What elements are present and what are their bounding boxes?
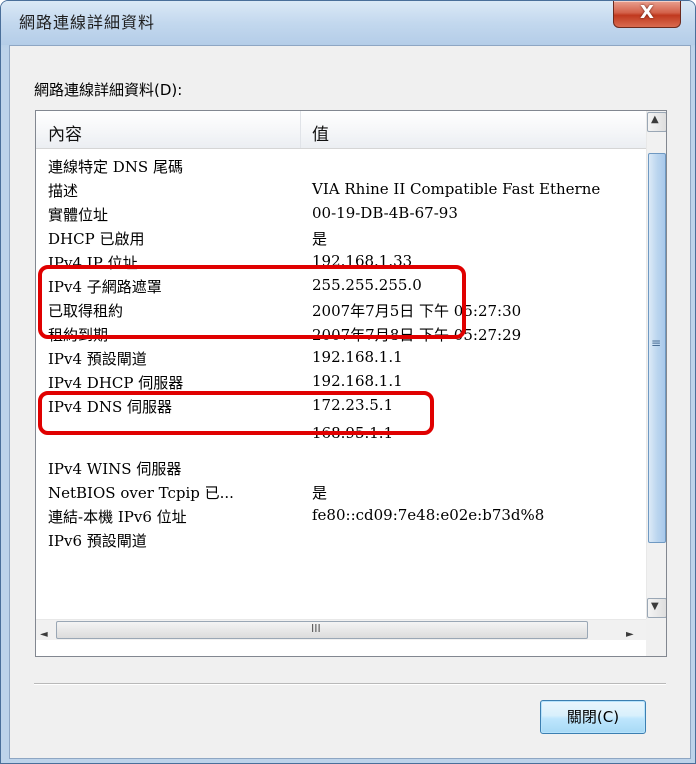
highlight-ip-and-subnet	[38, 265, 466, 339]
close-window-button[interactable]: X	[613, 1, 681, 28]
row-value: 00-19-DB-4B-67-93	[312, 204, 458, 222]
row-property: IPv4 WINS 伺服器	[48, 460, 182, 478]
details-list[interactable]: 內容 值 連線特定 DNS 尾碼 描述 VIA Rhine II Compatib…	[35, 110, 667, 657]
row-value: 是	[312, 230, 328, 248]
close-button[interactable]: 關閉(C)	[540, 700, 646, 734]
table-row[interactable]: IPv4 預設閘道 192.168.1.1	[36, 345, 646, 369]
table-row[interactable]: IPv4 DHCP 伺服器 192.168.1.1	[36, 369, 646, 393]
column-header-value[interactable]: 值	[312, 120, 329, 145]
highlight-default-gateway	[38, 391, 434, 435]
dialog-divider	[34, 683, 666, 685]
list-header: 內容 值	[36, 111, 646, 149]
row-value: fe80::cd09:7e48:e02e:b73d%8	[312, 506, 545, 524]
window-title: 網路連線詳細資料	[19, 13, 156, 32]
table-row[interactable]: IPv4 WINS 伺服器	[36, 455, 646, 479]
scroll-left-button[interactable]: ◄	[40, 622, 54, 640]
table-row[interactable]: NetBIOS over Tcpip 已... 是	[36, 479, 646, 503]
row-property: IPv4 DHCP 伺服器	[48, 374, 184, 392]
row-property: DHCP 已啟用	[48, 230, 145, 248]
vertical-scrollbar[interactable]: ▲ ≡ ▼	[646, 111, 666, 619]
horizontal-scroll-thumb[interactable]: III	[56, 621, 588, 639]
grip-icon: ≡	[651, 336, 662, 350]
row-property: 連結-本機 IPv6 位址	[48, 508, 187, 526]
row-property: NetBIOS over Tcpip 已...	[48, 484, 234, 502]
arrow-down-icon: ▼	[651, 601, 659, 612]
row-property: IPv6 預設閘道	[48, 532, 147, 550]
column-divider[interactable]	[300, 111, 301, 148]
row-value: VIA Rhine II Compatible Fast Etherne	[312, 180, 601, 198]
scroll-right-button[interactable]: ►	[626, 622, 640, 640]
row-value: 是	[312, 484, 328, 502]
row-property: 實體位址	[48, 206, 109, 224]
row-property: IPv4 預設閘道	[48, 350, 147, 368]
row-value: 192.168.1.1	[312, 372, 403, 390]
row-property: 描述	[48, 182, 79, 200]
grip-icon: III	[311, 622, 321, 635]
table-row[interactable]: DHCP 已啟用 是	[36, 225, 646, 249]
row-property: 連線特定 DNS 尾碼	[48, 158, 183, 176]
arrow-left-icon: ◄	[40, 629, 48, 640]
title-bar[interactable]: 網路連線詳細資料 X	[1, 1, 695, 45]
close-icon: X	[640, 2, 654, 23]
table-row[interactable]: IPv6 預設閘道	[36, 527, 646, 551]
scroll-down-button[interactable]: ▼	[647, 598, 666, 618]
column-header-property[interactable]: 內容	[48, 120, 82, 145]
horizontal-scrollbar[interactable]: ◄ III ►	[36, 619, 646, 640]
vertical-scroll-thumb[interactable]: ≡	[648, 153, 666, 543]
row-value: 192.168.1.1	[312, 348, 403, 366]
scrollbar-corner	[646, 619, 666, 656]
arrow-up-icon: ▲	[651, 114, 659, 125]
table-row[interactable]: 實體位址 00-19-DB-4B-67-93	[36, 201, 646, 225]
table-row[interactable]: 描述 VIA Rhine II Compatible Fast Etherne	[36, 177, 646, 201]
scroll-up-button[interactable]: ▲	[647, 112, 666, 132]
table-row[interactable]: 連線特定 DNS 尾碼	[36, 153, 646, 177]
arrow-right-icon: ►	[626, 629, 634, 640]
table-row[interactable]: 連結-本機 IPv6 位址 fe80::cd09:7e48:e02e:b73d%8	[36, 503, 646, 527]
list-label: 網路連線詳細資料(D):	[34, 81, 183, 99]
